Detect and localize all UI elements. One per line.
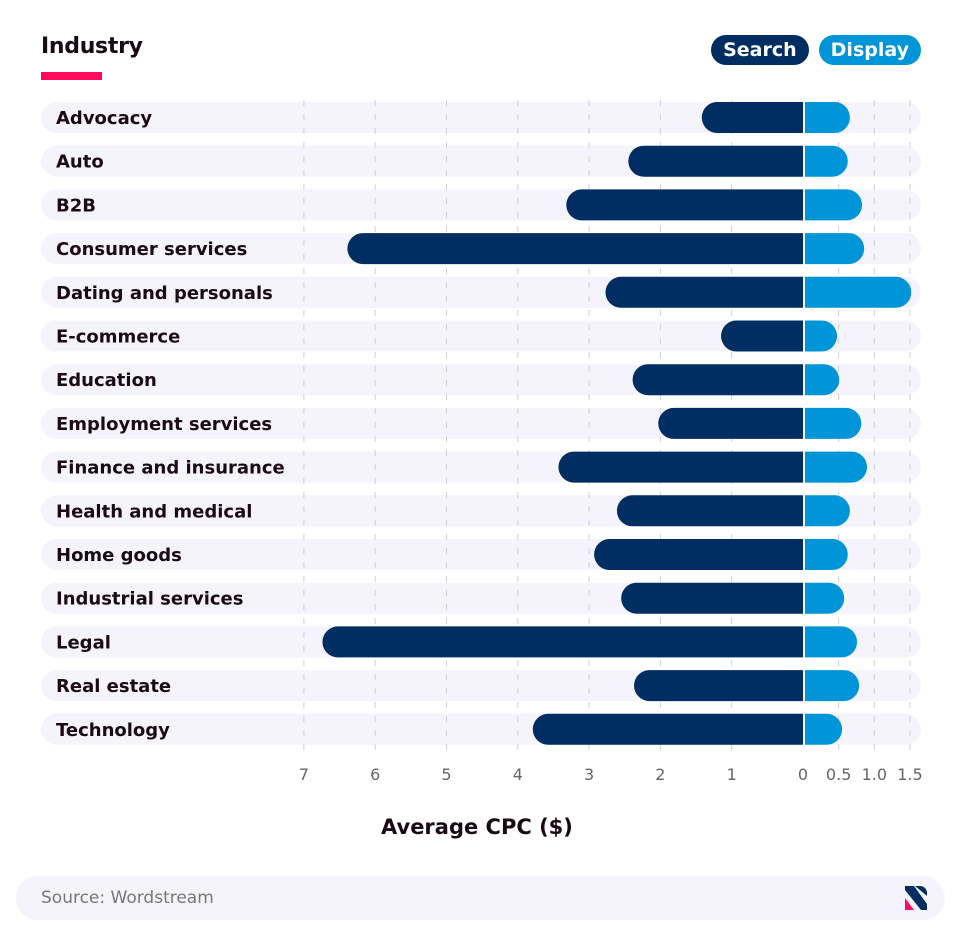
bar-search-2 xyxy=(566,189,803,221)
source-text: Source: Wordstream xyxy=(41,888,214,908)
category-label: Health and medical xyxy=(56,501,252,522)
bar-display-0 xyxy=(805,102,850,133)
tick-label-search: 1 xyxy=(727,765,737,784)
bar-search-8 xyxy=(558,451,803,483)
bar-display-14 xyxy=(805,713,843,745)
diverging-bar-chart: Advocacy Auto B2B Consumer services Dating a… xyxy=(41,100,923,784)
category-label: Legal xyxy=(56,632,111,653)
category-label: Dating and personals xyxy=(56,283,273,304)
bar-display-12 xyxy=(805,626,858,658)
category-label: Industrial services xyxy=(56,589,243,610)
bar-search-3 xyxy=(347,233,803,265)
category-label: Consumer services xyxy=(56,239,247,260)
bar-display-4 xyxy=(805,276,912,308)
tick-label-search: 5 xyxy=(441,765,451,784)
tick-label-display: 1.5 xyxy=(897,765,922,784)
category-label: Advocacy xyxy=(56,108,152,129)
bar-display-7 xyxy=(805,407,862,439)
category-label: Technology xyxy=(56,720,170,741)
tick-label-search: 3 xyxy=(584,765,594,784)
brand-logo-icon xyxy=(905,886,927,910)
category-label: Education xyxy=(56,370,157,391)
bar-display-13 xyxy=(805,670,860,702)
tick-label-display: 1.0 xyxy=(862,765,887,784)
bar-display-1 xyxy=(805,145,848,177)
bar-display-9 xyxy=(805,495,850,527)
bar-search-4 xyxy=(605,276,803,308)
tick-label-search: 2 xyxy=(655,765,665,784)
bar-display-3 xyxy=(805,233,865,265)
x-axis-label: Average CPC ($) xyxy=(381,815,573,839)
bar-search-6 xyxy=(632,364,803,396)
bar-display-8 xyxy=(805,451,868,483)
bar-display-10 xyxy=(805,539,848,570)
bar-display-6 xyxy=(805,364,840,396)
bar-search-13 xyxy=(634,670,803,702)
category-label: Auto xyxy=(56,152,104,173)
bar-search-12 xyxy=(322,626,803,658)
tick-label-search: 7 xyxy=(299,765,309,784)
category-label: Finance and insurance xyxy=(56,458,285,479)
bar-search-5 xyxy=(721,320,803,352)
bar-search-1 xyxy=(628,145,803,177)
tick-label-search: 0 xyxy=(798,765,808,784)
category-label: Real estate xyxy=(56,676,171,697)
footer: Source: Wordstream xyxy=(16,876,945,920)
tick-label-display: 0.5 xyxy=(826,765,851,784)
tick-label-search: 4 xyxy=(513,765,523,784)
category-label: E-commerce xyxy=(56,327,180,348)
bar-search-14 xyxy=(532,713,803,745)
category-label: B2B xyxy=(56,195,96,216)
category-label: Home goods xyxy=(56,545,182,566)
bar-search-9 xyxy=(616,495,803,527)
tick-label-search: 6 xyxy=(370,765,380,784)
bar-search-0 xyxy=(701,102,803,133)
category-label: Employment services xyxy=(56,414,272,435)
bar-search-10 xyxy=(594,539,803,570)
bar-display-5 xyxy=(805,320,838,352)
bar-display-11 xyxy=(805,582,845,614)
bar-display-2 xyxy=(805,189,863,221)
bar-search-7 xyxy=(658,407,803,439)
bar-search-11 xyxy=(621,582,803,614)
